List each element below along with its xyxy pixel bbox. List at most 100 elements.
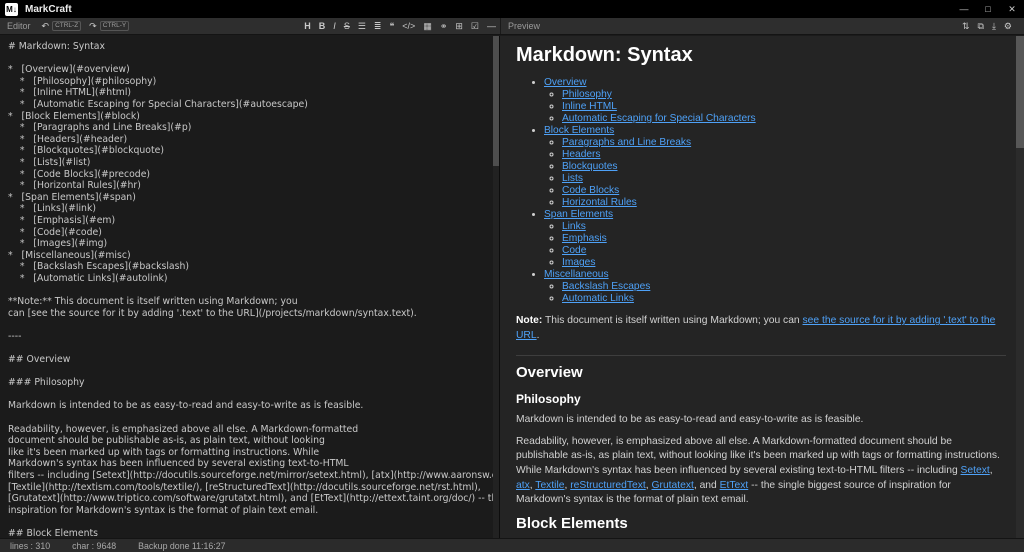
toc-link[interactable]: Block Elements (544, 125, 614, 136)
text-run: , (989, 464, 993, 476)
toc-item: Automatic Escaping for Special Character… (562, 113, 1006, 124)
preview-toc: OverviewPhilosophyInline HTMLAutomatic E… (516, 77, 1006, 304)
link-button[interactable]: ⚭ (436, 18, 452, 35)
markdown-logo-icon: M↓ (5, 2, 18, 16)
toc-link[interactable]: Code Blocks (562, 185, 619, 196)
toc-item: Code Blocks (562, 185, 1006, 196)
editor-scrollbar[interactable] (493, 36, 499, 538)
undo-shortcut-label: CTRL-Z (52, 21, 82, 31)
toc-link[interactable]: Paragraphs and Line Breaks (562, 137, 691, 148)
paragraph: Readability, however, is emphasized abov… (516, 435, 1006, 508)
toc-item: Automatic Links (562, 293, 1006, 304)
bold-button[interactable]: B (315, 18, 330, 35)
preview-link[interactable]: atx (516, 480, 530, 491)
maximize-button[interactable]: □ (976, 0, 1000, 18)
text-run: Markdown is intended to be as easy-to-re… (516, 414, 864, 426)
preview-link[interactable]: Grutatext (652, 480, 694, 491)
toc-item: Emphasis (562, 233, 1006, 244)
code-button[interactable]: </> (398, 18, 419, 35)
toc-item: Images (562, 257, 1006, 268)
preview-link[interactable]: Textile (535, 480, 564, 491)
toc-link[interactable]: Emphasis (562, 233, 607, 244)
preview-link[interactable]: EtText (720, 480, 749, 491)
toc-link[interactable]: Automatic Escaping for Special Character… (562, 113, 756, 124)
preview-pane: Markdown: Syntax OverviewPhilosophyInlin… (500, 36, 1024, 538)
redo-shortcut-label: CTRL-Y (99, 21, 130, 31)
toc-link[interactable]: Span Elements (544, 209, 613, 220)
statusbar: lines : 310 char : 9648 Backup done 11:1… (0, 538, 1024, 552)
section-heading: Overview (516, 364, 583, 382)
preview-tools: ⇅ ⧉ ⤓ ⚙ (958, 18, 1016, 35)
editor-content[interactable]: # Markdown: Syntax * [Overview](#overvie… (0, 36, 499, 538)
toc-item: OverviewPhilosophyInline HTMLAutomatic E… (544, 77, 1006, 124)
export-icon[interactable]: ⤓ (988, 18, 1000, 35)
text-run: This document is itself written using Ma… (542, 315, 803, 327)
toc-item: Blockquotes (562, 161, 1006, 172)
main-area: # Markdown: Syntax * [Overview](#overvie… (0, 36, 1024, 538)
editor-scrollbar-thumb[interactable] (493, 36, 499, 166)
undo-button[interactable]: ↶ CTRL-Z (38, 18, 86, 35)
checklist-button[interactable]: ☑ (467, 18, 483, 35)
toc-link[interactable]: Backslash Escapes (562, 281, 650, 292)
editor-pane[interactable]: # Markdown: Syntax * [Overview](#overvie… (0, 36, 500, 538)
preview-pane-label: Preview (508, 21, 541, 31)
strikethrough-button[interactable]: S (340, 18, 354, 35)
horizontal-rule-button[interactable]: — (483, 18, 500, 35)
editor-toolbar: Editor ↶ CTRL-Z ↷ CTRL-Y H B I S ☰ ≣ ❝ </> ▦ ⚭ ⊞ ☑ — (0, 18, 500, 34)
toc-link[interactable]: Philosophy (562, 89, 612, 100)
preview-toolbar: Preview ⇅ ⧉ ⤓ ⚙ (500, 18, 1024, 34)
settings-icon[interactable]: ⚙ (1000, 18, 1016, 35)
table-button[interactable]: ⊞ (451, 18, 467, 35)
toc-link[interactable]: Miscellaneous (544, 269, 609, 280)
status-backup: Backup done 11:16:27 (138, 540, 226, 551)
text-run: , and (693, 479, 720, 491)
italic-button[interactable]: I (329, 18, 340, 35)
bullet-list-button[interactable]: ☰ (354, 18, 370, 35)
toc-link[interactable]: Inline HTML (562, 101, 617, 112)
toc-item: Backslash Escapes (562, 281, 1006, 292)
copy-html-icon[interactable]: ⧉ (974, 18, 988, 35)
toc-link[interactable]: Headers (562, 149, 601, 160)
toc-item: Horizontal Rules (562, 197, 1006, 208)
section-heading: Block Elements (516, 514, 628, 532)
close-button[interactable]: ✕ (1000, 0, 1024, 18)
heading-button[interactable]: H (300, 18, 315, 35)
app-title: MarkCraft (25, 3, 72, 15)
toc-item: Philosophy (562, 89, 1006, 100)
editor-pane-label: Editor (7, 21, 31, 31)
redo-icon: ↷ (89, 20, 97, 31)
status-chars: char : 9648 (72, 540, 117, 551)
preview-scrollbar[interactable] (1016, 36, 1024, 538)
toc-link[interactable]: Images (562, 257, 595, 268)
format-buttons: H B I S ☰ ≣ ❝ </> ▦ ⚭ ⊞ ☑ — (300, 18, 500, 35)
toc-item: Links (562, 221, 1006, 232)
preview-title: Markdown: Syntax (516, 44, 693, 66)
toc-item: Inline HTML (562, 101, 1006, 112)
numbered-list-button[interactable]: ≣ (370, 18, 386, 35)
section-divider (516, 355, 1006, 357)
preview-link[interactable]: reStructuredText (570, 480, 646, 491)
minimize-button[interactable]: — (952, 0, 976, 18)
toc-sublist: Backslash EscapesAutomatic Links (544, 281, 1006, 304)
toc-item: Headers (562, 149, 1006, 160)
quote-button[interactable]: ❝ (385, 18, 398, 35)
toc-link[interactable]: Blockquotes (562, 161, 618, 172)
redo-button[interactable]: ↷ CTRL-Y (85, 18, 133, 35)
preview-link[interactable]: Setext (961, 465, 990, 476)
toc-link[interactable]: Overview (544, 77, 586, 88)
paragraph: Markdown is intended to be as easy-to-re… (516, 413, 1006, 428)
text-run: . (536, 329, 540, 341)
preview-content[interactable]: Markdown: Syntax OverviewPhilosophyInlin… (500, 36, 1024, 538)
toc-link[interactable]: Code (562, 245, 586, 256)
text-run: Readability, however, is emphasized abov… (516, 435, 1000, 476)
image-button[interactable]: ▦ (419, 18, 436, 35)
preview-scrollbar-thumb[interactable] (1016, 36, 1024, 148)
sync-scroll-icon[interactable]: ⇅ (958, 18, 974, 35)
toc-link[interactable]: Links (562, 221, 586, 232)
toc-item: Span ElementsLinksEmphasisCodeImages (544, 209, 1006, 268)
toc-link[interactable]: Horizontal Rules (562, 197, 637, 208)
toc-link[interactable]: Lists (562, 173, 583, 184)
preview-blocks: Overview Philosophy Markdown is intended t… (516, 355, 1006, 538)
toc-link[interactable]: Automatic Links (562, 293, 634, 304)
toc-item: Code (562, 245, 1006, 256)
